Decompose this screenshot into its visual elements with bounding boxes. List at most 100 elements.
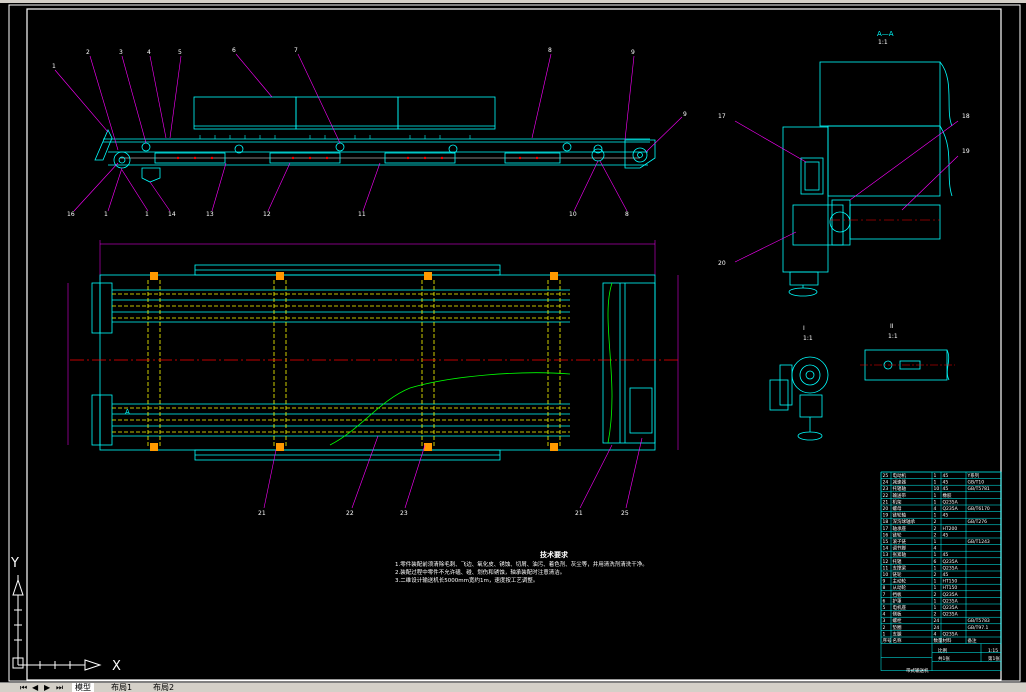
bom-cell-no: 10	[883, 572, 889, 578]
bom-cell-qty: 1	[934, 585, 937, 591]
bom-cell-name: 电机座	[893, 604, 907, 611]
balloon-label: 5	[178, 49, 182, 56]
technical-notes-title: 技术要求	[540, 550, 569, 559]
bom-cell-note: GB/T5783	[968, 618, 990, 624]
bom-cell-qty: 1	[934, 473, 937, 479]
bom-cell-name: 侧板	[893, 611, 902, 618]
bom-cell-no: 15	[883, 539, 889, 545]
bom-cell-note: GB/T10	[968, 480, 985, 486]
balloon-label: 3	[119, 49, 123, 56]
technical-notes: 技术要求 1.零件装配前须清除毛刺、飞边、氧化皮、锈蚀、切屑、油污、着色剂、灰尘…	[395, 550, 648, 584]
bom-cell-mat: Q235A	[943, 499, 959, 505]
bom-cell-qty: 2	[934, 572, 937, 578]
bom-cell-no: 7	[883, 592, 886, 598]
bom-cell-mat: 45	[943, 572, 949, 578]
balloon-label: 25	[621, 510, 629, 517]
bom-cell-mat: Q235A	[943, 598, 959, 604]
bom-cell-no: 23	[883, 486, 889, 492]
balloon-label: 9	[683, 111, 687, 118]
bom-cell-name: 链轮	[893, 531, 902, 538]
bom-cell-name: 挡板	[893, 591, 902, 598]
technical-note-line: 2.装配过程中零件不允许磕、碰、划伤和锈蚀，轴承装配时注意清洁。	[395, 568, 565, 576]
side-view-leaders	[54, 53, 683, 212]
bom-cell-note: GB/T276	[968, 519, 988, 525]
bom-cell-name: 支撑梁	[893, 564, 907, 571]
balloon-label: 13	[206, 211, 214, 218]
bom-cell-qty: 1	[934, 565, 937, 571]
detail-ii-scale: 1:1	[888, 333, 898, 340]
bom-cell-no: 25	[883, 473, 889, 479]
ucs-icon	[12, 575, 102, 671]
bom-cell-no: 22	[883, 493, 889, 499]
bom-cell-no: 8	[883, 585, 886, 591]
bom-cell-no: 9	[883, 579, 886, 585]
section-aa-view	[782, 61, 953, 297]
bom-cell-no: 19	[883, 513, 889, 519]
bom-header-mat: 材料	[943, 637, 952, 644]
bom-cell-mat: 45	[943, 552, 949, 558]
bom-cell-mat: 45	[943, 486, 949, 492]
bom-cell-name: 减速器	[893, 479, 907, 486]
bom-cell-name: 张紧轴	[893, 551, 907, 558]
bom-cell-note: Y系列	[967, 472, 980, 479]
bom-cell-no: 4	[883, 612, 886, 618]
balloon-label: 20	[718, 260, 726, 267]
bom-cell-mat: Q235A	[943, 612, 959, 618]
bom-header-no: 序号	[883, 637, 892, 644]
bom-cell-name: 主动轮	[893, 578, 907, 585]
bom-cell-qty: 6	[934, 559, 937, 565]
balloon-label: 18	[962, 113, 970, 120]
plan-view-balloon-labels: 21 22 23 21 25	[258, 510, 629, 517]
balloon-label: 21	[258, 510, 266, 517]
detail-ii-title: II	[890, 323, 894, 330]
side-view-top-rollers	[141, 142, 603, 154]
bom-cell-qty: 1	[934, 499, 937, 505]
balloon-label: 14	[168, 211, 176, 218]
bom-cell-qty: 2	[934, 526, 937, 532]
detail-i-scale: 1:1	[803, 335, 813, 342]
bom-cell-no: 13	[883, 552, 889, 558]
bom-cell-no: 12	[883, 559, 889, 565]
bom-cell-name: 螺母	[893, 505, 902, 512]
ucs-x-label: X	[112, 659, 121, 674]
bom-cell-qty: 1	[934, 480, 937, 486]
title-block: 25 电动机 1 45 Y系列24 减速器 1 45 GB/T1023 托辊轴 10 45 GB/T57…	[880, 471, 1002, 674]
bom-cell-name: 输送带	[893, 492, 907, 499]
bom-cell-no: 16	[883, 532, 889, 538]
bom-cell-qty: 1	[934, 513, 937, 519]
bom-cell-name: 护罩	[893, 597, 902, 604]
bom-cell-qty: 1	[934, 598, 937, 604]
bom-cell-qty: 4	[934, 631, 937, 637]
bom-cell-qty: 1	[934, 552, 937, 558]
bom-cell-name: 螺栓	[893, 617, 902, 624]
bom-cell-no: 6	[883, 598, 886, 604]
balloon-label: 11	[358, 211, 366, 218]
bom-cell-mat: HT200	[943, 526, 958, 532]
bom-cell-name: 调节脚	[893, 545, 907, 552]
scale-label: 比例	[938, 647, 947, 654]
bom-cell-qty: 2	[934, 612, 937, 618]
cad-drawing-canvas[interactable]: 1 2 3 4 5 6 7 8 9 9 16 1 1 14 13 12 11 1…	[0, 0, 1026, 691]
plan-section-mark: A	[125, 408, 130, 416]
bom-cell-qty: 24	[934, 625, 940, 631]
balloon-label: 1	[52, 63, 56, 70]
balloon-label: 17	[718, 113, 726, 120]
bom-cell-name: 托辊轴	[893, 485, 907, 492]
balloon-label: 10	[569, 211, 577, 218]
bom-cell-mat: Q235A	[943, 592, 959, 598]
bom-cell-no: 11	[883, 565, 889, 571]
sheet-label: 共1张	[938, 655, 950, 662]
bom-cell-qty: 24	[934, 618, 940, 624]
bom-cell-qty: 10	[934, 486, 940, 492]
balloon-label: 8	[625, 211, 629, 218]
bom-cell-no: 20	[883, 506, 889, 512]
section-aa-title: A—A	[877, 30, 894, 38]
bom-cell-qty: 1	[934, 579, 937, 585]
bom-cell-qty: 1	[934, 539, 937, 545]
balloon-label: 1	[104, 211, 108, 218]
bom-cell-qty: 1	[934, 605, 937, 611]
bom-cell-note: GB/T97.1	[968, 625, 989, 631]
balloon-label: 19	[962, 148, 970, 155]
bom-header-name: 名称	[893, 637, 902, 644]
balloon-label: 7	[294, 47, 298, 54]
